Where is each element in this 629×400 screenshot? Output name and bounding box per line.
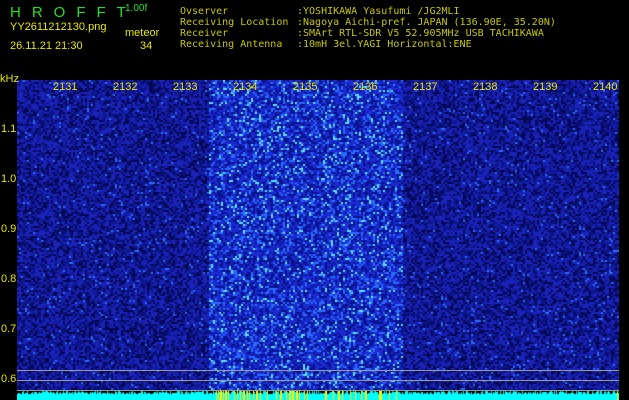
info-value: :10mH 3el.YAGI Horizontal:ENE (297, 39, 472, 50)
x-tick-label: 2137 (413, 81, 438, 93)
datetime: 26.11.21 21:30 (10, 40, 83, 52)
spectrogram (17, 80, 619, 400)
y-tick-label: 0.9 (1, 223, 17, 235)
guide-line (17, 390, 619, 391)
x-tick-label: 2139 (533, 81, 558, 93)
y-tick-label: 0.7 (1, 323, 17, 335)
x-tick-label: 2131 (53, 81, 78, 93)
info-value: :YOSHIKAWA Yasufumi /JG2MLI (297, 6, 460, 17)
info-antenna: Receiving Antenna :10mH 3el.YAGI Horizont… (180, 40, 472, 50)
info-value: :SMArt RTL-SDR V5 52.905MHz USB TACHIKAW… (297, 28, 544, 39)
x-tick-label: 2134 (233, 81, 258, 93)
y-tick-label: 1.0 (1, 173, 17, 185)
info-key: Receiving Location (180, 17, 289, 28)
x-tick-label: 2138 (473, 81, 498, 93)
info-observer: Ovserver :YOSHIKAWA Yasufumi /JG2MLI (180, 7, 460, 17)
y-tick-label: 0.8 (1, 273, 17, 285)
info-location: Receiving Location :Nagoya Aichi-pref. JA… (180, 18, 556, 28)
guide-line (17, 380, 619, 381)
guide-line (17, 370, 619, 371)
y-tick-label: 1.1 (1, 123, 17, 135)
meteor-count: 34 (140, 40, 153, 52)
x-tick-label: 2133 (173, 81, 198, 93)
app-title: HROFFT (10, 4, 137, 21)
x-unit-label: kHz (0, 73, 19, 85)
x-tick-label: 2132 (113, 81, 138, 93)
info-key: Receiver (180, 28, 229, 39)
y-tick-label: 0.6 (1, 373, 17, 385)
meteor-label: meteor (125, 27, 160, 39)
filename: YY2611212130.png (10, 21, 107, 33)
info-key: Receiving Antenna (180, 39, 283, 50)
x-tick-label: 2136 (353, 81, 378, 93)
info-key: Ovserver (180, 6, 229, 17)
info-receiver: Receiver :SMArt RTL-SDR V5 52.905MHz USB … (180, 29, 544, 39)
x-tick-label: 2140 (593, 81, 618, 93)
info-value: :Nagoya Aichi-pref. JAPAN (136.90E, 35.2… (297, 17, 556, 28)
x-tick-label: 2135 (293, 81, 318, 93)
version: 1.00f (125, 3, 148, 14)
